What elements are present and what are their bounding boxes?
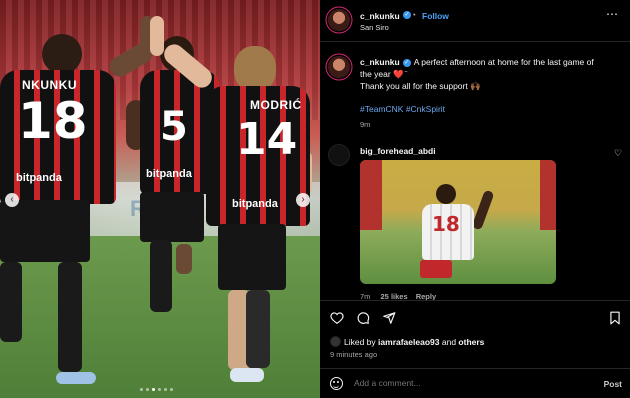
- player-shorts: [140, 192, 204, 242]
- liker-avatar[interactable]: [330, 336, 341, 347]
- carousel-dot: [158, 388, 161, 391]
- carousel-dot: [140, 388, 143, 391]
- comment-gif[interactable]: 18: [360, 160, 556, 284]
- carousel-dot: [164, 388, 167, 391]
- post-time-ago: 9 minutes ago: [330, 350, 378, 359]
- gif-background-stripe: [360, 160, 382, 230]
- bookmark-icon[interactable]: [608, 311, 622, 325]
- avatar[interactable]: [328, 9, 350, 31]
- post-button[interactable]: Post: [604, 379, 622, 389]
- player-shorts: [0, 200, 90, 262]
- jersey-number: 14: [236, 114, 298, 165]
- share-icon[interactable]: [382, 311, 396, 325]
- sponsor-text: bitpanda: [16, 172, 62, 184]
- player-shorts: [218, 224, 286, 290]
- caption-text-line3: Thank you all for the support 🙌🏾: [360, 81, 481, 91]
- previous-arrow-icon[interactable]: ‹: [5, 193, 19, 207]
- liked-by-user[interactable]: iamrafaeleao93: [378, 337, 439, 347]
- next-arrow-icon[interactable]: ›: [296, 193, 310, 207]
- gif-player-arm: [471, 189, 495, 231]
- liked-by-and: and: [441, 337, 457, 347]
- jersey-number: 18: [18, 92, 88, 150]
- carousel-dot: [170, 388, 173, 391]
- comment-icon[interactable]: [356, 311, 370, 325]
- post-header: c_nkunku ✓ • Follow San Siro ⋯: [320, 0, 630, 42]
- liked-by-prefix: Liked by: [344, 337, 376, 347]
- player-boot: [56, 372, 96, 384]
- player-leg: [150, 240, 172, 312]
- player-leg: [0, 262, 22, 342]
- caption-time: 9m: [360, 120, 371, 129]
- player-head: [42, 34, 82, 74]
- more-options-icon[interactable]: ⋯: [606, 7, 619, 21]
- comment-heart-icon[interactable]: ♡: [614, 148, 622, 159]
- heart-icon[interactable]: [330, 311, 344, 325]
- carousel-dot: [152, 388, 155, 391]
- carousel-dots: [140, 388, 173, 391]
- player-boot: [230, 368, 264, 382]
- verified-badge-icon: ✓: [402, 59, 411, 67]
- avatar[interactable]: [328, 56, 350, 78]
- verified-badge-icon: ✓: [403, 11, 411, 19]
- jersey-number: 5: [160, 104, 188, 150]
- sponsor-text: bitpanda: [146, 168, 192, 180]
- caption-username[interactable]: c_nkunku: [360, 57, 400, 67]
- follow-button[interactable]: Follow: [422, 11, 449, 21]
- post-media[interactable]: Rue 5 bitpanda NKUNKU 18 bitpanda MODRIĆ…: [0, 0, 320, 398]
- comment-input[interactable]: [354, 378, 574, 388]
- comment-username[interactable]: big_forehead_abdi: [360, 146, 436, 156]
- emoji-icon[interactable]: [330, 377, 343, 390]
- separator-dot: •: [413, 10, 416, 19]
- comment-bar: Post: [320, 368, 630, 398]
- liked-by-others[interactable]: others: [458, 337, 484, 347]
- player-leg: [176, 244, 192, 274]
- caption: c_nkunku ✓ A perfect afternoon at home for…: [360, 56, 622, 92]
- caption-text-line1: A perfect afternoon at home for the last…: [413, 57, 594, 67]
- avatar[interactable]: [328, 144, 350, 166]
- jersey-name: NKUNKU: [22, 78, 77, 92]
- location-link[interactable]: San Siro: [360, 23, 389, 32]
- carousel-dot: [146, 388, 149, 391]
- gif-background-stripe: [540, 160, 556, 230]
- header-username[interactable]: c_nkunku: [360, 11, 400, 21]
- liked-by: Liked by iamrafaeleao93 and others: [344, 337, 484, 347]
- caption-text-line2: the year ❤️ ̈: [360, 69, 407, 79]
- player-arm: [150, 16, 164, 56]
- jersey-name: MODRIĆ: [250, 98, 302, 112]
- sponsor-text: bitpanda: [232, 198, 278, 210]
- player-leg: [246, 290, 270, 368]
- gif-player-head: [436, 184, 456, 204]
- action-bar: [320, 300, 630, 336]
- player-leg: [58, 262, 82, 372]
- hashtags[interactable]: #TeamCNK #CnkSpirit: [360, 104, 445, 114]
- gif-player-number: 18: [432, 212, 460, 236]
- gif-player-shorts: [420, 260, 452, 278]
